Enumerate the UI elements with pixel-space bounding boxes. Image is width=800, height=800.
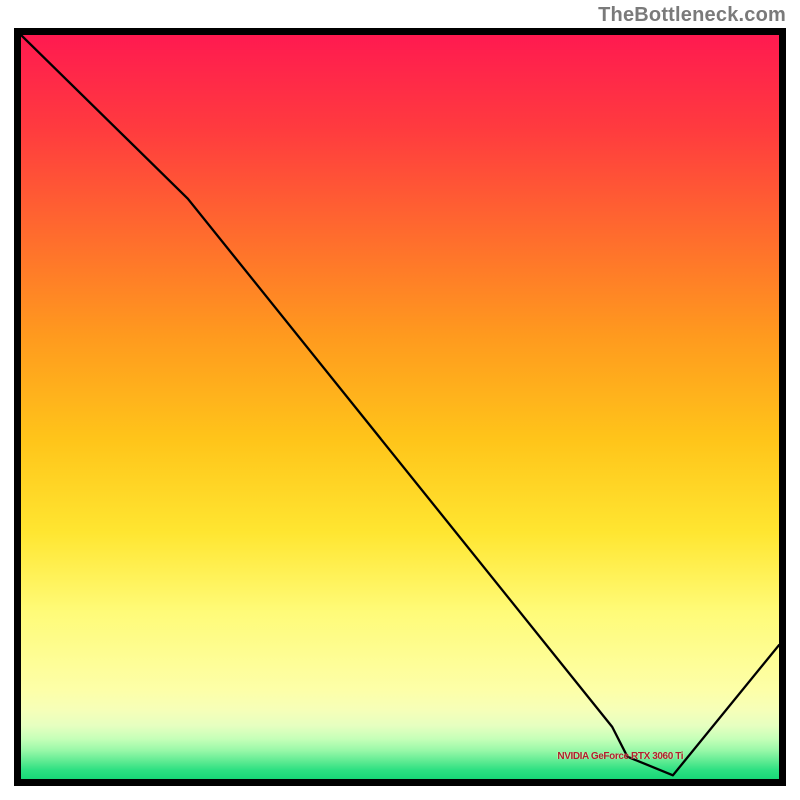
watermark-text: TheBottleneck.com bbox=[598, 4, 786, 27]
bottleneck-curve-svg bbox=[21, 35, 779, 779]
bottleneck-curve-path bbox=[21, 35, 779, 775]
gpu-marker-label: NVIDIA GeForce RTX 3060 Ti bbox=[557, 751, 683, 762]
chart-plot-area: NVIDIA GeForce RTX 3060 Ti bbox=[21, 35, 779, 779]
